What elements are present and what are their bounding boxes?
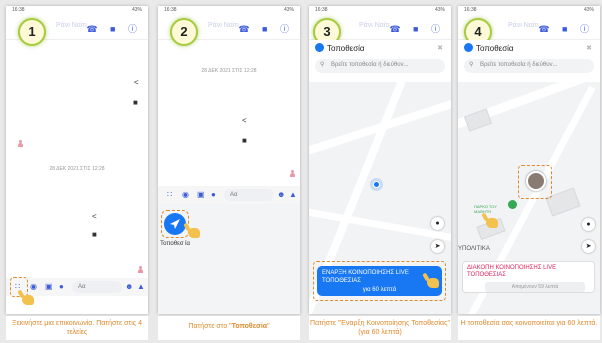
my-location-icon[interactable]: ➤ <box>582 240 595 253</box>
like-icon[interactable]: ▲ <box>137 282 145 291</box>
status-bar: 16:38 43% <box>458 6 600 14</box>
map-road <box>309 207 451 244</box>
call-video-info-icons[interactable]: ☎ ■ ⓘ <box>238 22 294 35</box>
location-sheet-header: Τοποθεσία ✖ Βρείτε τοποθεσία ή διεύθυν..… <box>309 40 451 82</box>
step-2-caption: Πατήστε στο "Τοποθεσία" <box>158 316 300 340</box>
area-label: ΥΠΟΛΙΤΙΚΑ <box>458 246 490 252</box>
step-4-caption: Η τοποθεσία σας κοινοποιείται για 60 λεπ… <box>458 316 600 340</box>
location-arrow-icon <box>315 43 324 52</box>
like-icon[interactable]: ▲ <box>289 190 297 199</box>
status-time: 16:38 <box>164 7 177 13</box>
camera-icon[interactable]: ■ <box>242 136 247 145</box>
status-time: 16:38 <box>464 7 477 13</box>
mic-icon[interactable]: ● <box>211 190 216 199</box>
contact-name: Ράνι Ναίτι <box>208 22 239 29</box>
step-2-screen: 16:38 43% Ράνι Ναίτι ☎ ■ ⓘ 28 ΔΕΚ 2021 Σ… <box>158 6 300 314</box>
message-input[interactable]: Αα <box>72 281 122 293</box>
close-icon[interactable]: ✖ <box>586 44 592 52</box>
step-1-badge: 1 <box>18 18 46 46</box>
avatar-highlight <box>518 165 552 199</box>
contact-name: Ράνι Ναίτι <box>359 22 390 29</box>
emoji-icon[interactable]: ☻ <box>125 282 133 291</box>
call-video-info-icons[interactable]: ☎ ■ ⓘ <box>86 22 142 35</box>
park-label: ΠΑΡΚΟ ΤΟΥ ΜΑΘΗΤΗ <box>474 204 497 214</box>
pointing-hand-icon <box>188 228 200 238</box>
stop-line2: ΤΟΠΟΘΕΣΙΑΣ <box>467 272 506 278</box>
share-icon[interactable]: < <box>92 212 97 221</box>
four-dots-icon[interactable]: ∷ <box>167 190 172 199</box>
avatar <box>290 170 295 177</box>
call-video-info-icons[interactable]: ☎ ■ ⓘ <box>538 22 594 35</box>
camera-icon[interactable]: ■ <box>92 230 97 239</box>
status-bar: 16:38 43% <box>158 6 300 14</box>
status-time: 16:38 <box>12 7 25 13</box>
emoji-icon[interactable]: ☻ <box>277 190 285 199</box>
status-battery: 43% <box>283 7 294 13</box>
caption-prefix: Πατήστε στο " <box>188 323 232 330</box>
location-title: Τοποθεσία <box>327 44 365 53</box>
pointing-hand-icon <box>427 278 439 288</box>
contact-name: Ράνι Ναίτι <box>56 22 87 29</box>
status-battery: 43% <box>434 7 445 13</box>
status-battery: 43% <box>583 7 594 13</box>
avatar <box>138 266 143 273</box>
search-icon: ⚲ <box>469 62 474 68</box>
composer-bar: ∷ ◉ ▣ ● Αα ☻ ▲ <box>158 186 300 204</box>
status-battery: 43% <box>131 7 142 13</box>
message-input[interactable]: Αα <box>224 189 274 201</box>
camera-icon[interactable]: ◉ <box>182 190 189 199</box>
avatar <box>18 140 23 147</box>
camera-icon[interactable]: ■ <box>133 98 138 107</box>
location-search-input[interactable]: Βρείτε τοποθεσία ή διεύθυν... <box>315 59 445 73</box>
stop-line1: ΔΙΑΚΟΠΗ ΚΟΙΝΟΠΟΙΗΣΗΣ LIVE <box>467 265 557 271</box>
park-pin-icon <box>508 200 517 209</box>
location-sheet-header: Τοποθεσία ✖ Βρείτε τοποθεσία ή διεύθυν..… <box>458 40 600 82</box>
camera-icon[interactable]: ◉ <box>30 282 37 291</box>
step-3-screen: 16:38 43% Ράνι Ναίτι ☎ ■ ⓘ Τοποθεσία ✖ Β… <box>309 6 451 314</box>
step-4-screen: 16:38 43% Ράνι Ναίτι ☎ ■ ⓘ Τοποθεσία ✖ Β… <box>458 6 600 314</box>
image-icon[interactable]: ▣ <box>45 282 53 291</box>
remaining-time: Απομένουν 59 λεπτά <box>485 282 585 292</box>
step-1-screen: 16:38 43% Ράνι Ναίτι ☎ ■ ⓘ < ■ 28 ΔΕΚ 20… <box>6 6 148 314</box>
date-separator: 28 ΔΕΚ 2021 ΣΤΙΣ 12:28 <box>201 68 257 74</box>
share-icon[interactable]: < <box>134 78 139 87</box>
pin-icon[interactable]: ● <box>582 218 595 231</box>
location-arrow-icon <box>464 43 473 52</box>
current-location-dot <box>373 181 380 188</box>
chat-area: 28 ΔΕΚ 2021 ΣΤΙΣ 12:28 < ■ <box>158 40 300 180</box>
call-video-info-icons[interactable]: ☎ ■ ⓘ <box>389 22 445 35</box>
step-2-badge: 2 <box>170 18 198 46</box>
location-title: Τοποθεσία <box>476 44 514 53</box>
search-icon: ⚲ <box>320 62 325 68</box>
step-3-caption: Πατήστε "Έναρξη Κοινοποίησης Τοποθεσίας"… <box>309 316 451 340</box>
status-bar: 16:38 43% <box>309 6 451 14</box>
status-time: 16:38 <box>315 7 328 13</box>
step-1-caption: Ξεκινήστε μια επικοινωνία. Πατήστε στις … <box>6 316 148 340</box>
caption-bold: Τοποθεσία <box>231 323 268 330</box>
chat-area: < ■ 28 ΔΕΚ 2021 ΣΤΙΣ 12:28 < ■ <box>6 40 148 273</box>
share-icon[interactable]: < <box>242 116 247 125</box>
mic-icon[interactable]: ● <box>59 282 64 291</box>
pointing-hand-icon <box>486 218 498 228</box>
location-button-label: Τοποθεσ ία <box>160 241 190 247</box>
caption-suffix: " <box>267 323 270 330</box>
contact-name: Ράνι Ναίτι <box>508 22 539 29</box>
status-bar: 16:38 43% <box>6 6 148 14</box>
location-search-input[interactable]: Βρείτε τοποθεσία ή διεύθυν... <box>464 59 594 73</box>
map-building <box>463 108 493 132</box>
stop-live-location-box[interactable]: ΔΙΑΚΟΠΗ ΚΟΙΝΟΠΟΙΗΣΗΣ LIVE ΤΟΠΟΘΕΣΙΑΣ Απο… <box>462 261 595 293</box>
my-location-icon[interactable]: ➤ <box>431 240 444 253</box>
image-icon[interactable]: ▣ <box>197 190 205 199</box>
pin-icon[interactable]: ● <box>431 217 444 230</box>
date-separator: 28 ΔΕΚ 2021 ΣΤΙΣ 12:28 <box>49 166 105 172</box>
pointing-hand-icon <box>22 295 34 305</box>
close-icon[interactable]: ✖ <box>437 44 443 52</box>
